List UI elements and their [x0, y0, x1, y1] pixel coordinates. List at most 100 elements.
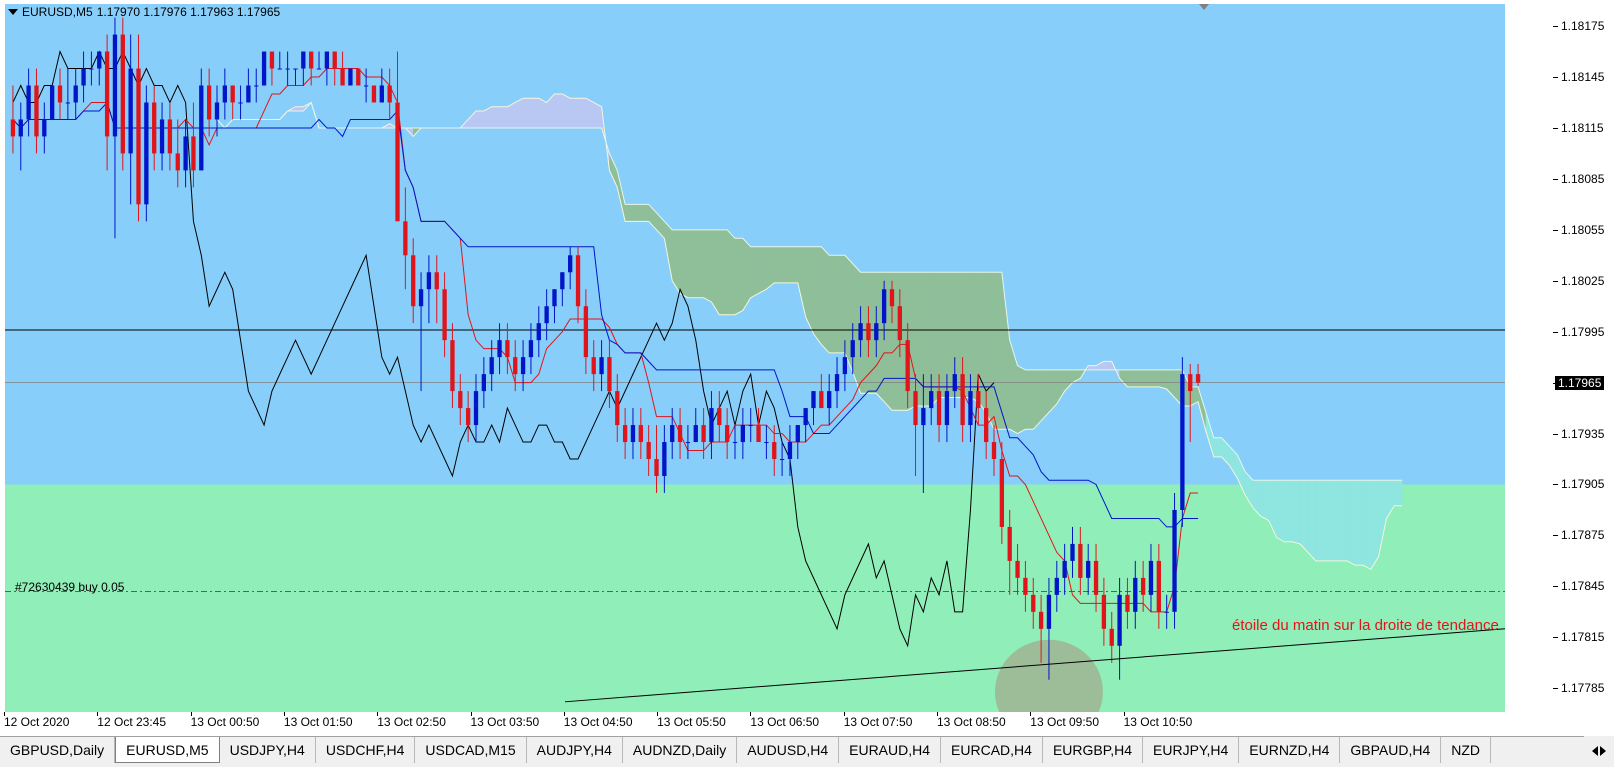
tab-gbpaud-h4[interactable]: GBPAUD,H4: [1340, 737, 1442, 763]
time-label: 12 Oct 2020: [4, 715, 70, 729]
candle-body: [1109, 628, 1114, 646]
scroll-left-icon[interactable]: [1592, 746, 1598, 756]
candle-body: [850, 340, 855, 358]
candle-body: [497, 340, 502, 358]
candle-body: [858, 323, 863, 341]
tab-audjpy-h4[interactable]: AUDJPY,H4: [527, 737, 623, 763]
time-axis[interactable]: 12 Oct 2020 12 Oct 23:45 13 Oct 00:50 13 Oc…: [0, 712, 1553, 736]
tab-scroll[interactable]: [1584, 736, 1614, 766]
time-tick: [657, 712, 659, 716]
symbol-timeframe: EURUSD,M5: [22, 5, 93, 19]
candle-body: [968, 391, 973, 426]
candle-body: [1140, 577, 1146, 595]
ichimoku-cloud-segment: [726, 229, 736, 315]
candle-body: [387, 85, 392, 103]
candle-body: [293, 68, 298, 70]
candle-body: [756, 425, 761, 443]
candle-body: [717, 408, 722, 426]
candle-body: [411, 255, 416, 307]
tab-eurgbp-h4[interactable]: EURGBP,H4: [1043, 737, 1144, 763]
tab-gbpusd-daily[interactable]: GBPUSD,Daily: [0, 737, 116, 763]
price-tick: [1553, 433, 1558, 435]
ichimoku-cloud-segment: [1276, 479, 1285, 543]
annotation-text[interactable]: étoile du matin sur la droite de tendanc…: [1232, 617, 1499, 634]
price-label: 1.17935: [1561, 426, 1605, 441]
candle-body: [772, 442, 777, 460]
price-label: 1.18085: [1561, 171, 1605, 186]
candle-body: [709, 408, 714, 443]
candle-body: [426, 272, 432, 290]
candle-body: [371, 85, 377, 103]
time-label: 12 Oct 23:45: [97, 715, 167, 729]
tab-usdchf-h4[interactable]: USDCHF,H4: [316, 737, 416, 763]
candle-body: [1101, 594, 1107, 629]
candle-body: [748, 425, 753, 427]
candle-body: [1070, 543, 1075, 561]
tab-euraud-h4[interactable]: EURAUD,H4: [839, 737, 942, 763]
ichimoku-cloud-segment: [1370, 479, 1379, 571]
time-label: 13 Oct 04:50: [563, 715, 633, 729]
candle-body: [1180, 374, 1185, 510]
candle-body: [591, 357, 596, 375]
candle-body: [269, 51, 275, 69]
tab-eurusd-m5[interactable]: EURUSD,M5: [115, 737, 220, 763]
candle-body: [112, 34, 118, 137]
candle-body: [254, 85, 259, 87]
price-label: 1.17905: [1561, 477, 1605, 492]
time-label: 13 Oct 02:50: [377, 715, 446, 729]
ichimoku-cloud-segment: [1087, 365, 1097, 371]
time-tick: [843, 712, 845, 716]
candle-body: [607, 357, 612, 392]
time-label: 13 Oct 01:50: [283, 715, 353, 729]
tab-nzd[interactable]: NZD: [1441, 737, 1492, 763]
ichimoku-cloud-segment: [1339, 479, 1348, 562]
ichimoku-cloud-segment: [475, 110, 485, 129]
ichimoku-cloud-segment: [1284, 479, 1293, 543]
candle-body: [206, 85, 212, 120]
candle-body: [615, 391, 620, 426]
tab-audnzd-daily[interactable]: AUDNZD,Daily: [623, 737, 738, 763]
candle-body: [701, 425, 706, 443]
tab-usdcad-m15[interactable]: USDCAD,M15: [415, 737, 527, 763]
tab-eurcad-h4[interactable]: EURCAD,H4: [941, 737, 1043, 763]
candle-body: [1062, 560, 1067, 578]
dropdown-triangle-icon[interactable]: [8, 9, 18, 15]
ichimoku-cloud-segment: [491, 106, 500, 129]
candle-body: [152, 102, 157, 154]
scroll-right-icon[interactable]: [1600, 746, 1606, 756]
tab-eurjpy-h4[interactable]: EURJPY,H4: [1143, 737, 1240, 763]
candle-body: [646, 442, 651, 460]
tab-audusd-h4[interactable]: AUDUSD,H4: [737, 737, 840, 763]
price-label: 1.17875: [1561, 528, 1605, 543]
candle-body: [481, 374, 487, 392]
candle-body: [81, 68, 86, 86]
tab-eurnzd-h4[interactable]: EURNZD,H4: [1239, 737, 1341, 763]
price-tick: [1553, 586, 1558, 588]
chart-area[interactable]: [5, 4, 1553, 712]
price-axis[interactable]: 1.18175 1.18145 1.18115 1.18085 1.18055 1.180…: [1553, 4, 1614, 712]
candle-body: [26, 85, 31, 120]
ichimoku-cloud-segment: [1033, 369, 1042, 430]
ichimoku-cloud-segment: [554, 93, 563, 129]
ichimoku-cloud-segment: [750, 246, 759, 299]
ohlc-values: 1.17970 1.17976 1.17963 1.17965: [96, 5, 281, 19]
candle-body: [536, 323, 541, 341]
tab-usdjpy-h4[interactable]: USDJPY,H4: [220, 737, 316, 763]
ichimoku-cloud-segment: [538, 97, 547, 129]
candle-body: [316, 68, 322, 70]
time-label: 13 Oct 10:50: [1123, 715, 1193, 729]
price-tick: [1553, 77, 1558, 78]
order-label: #72630439 buy 0.05: [15, 580, 125, 594]
time-tick: [97, 712, 99, 716]
price-tick: [1553, 178, 1558, 180]
ichimoku-cloud-segment: [514, 97, 524, 129]
chart-canvas[interactable]: [5, 4, 1553, 712]
candle-body: [670, 425, 675, 443]
candle-body: [144, 102, 149, 205]
time-label: 13 Oct 08:50: [937, 715, 1006, 729]
price-label: 1.17815: [1561, 630, 1605, 645]
candle-body: [73, 85, 78, 103]
candle-body: [199, 85, 204, 171]
candle-body: [803, 408, 808, 426]
candle-body: [638, 425, 643, 443]
